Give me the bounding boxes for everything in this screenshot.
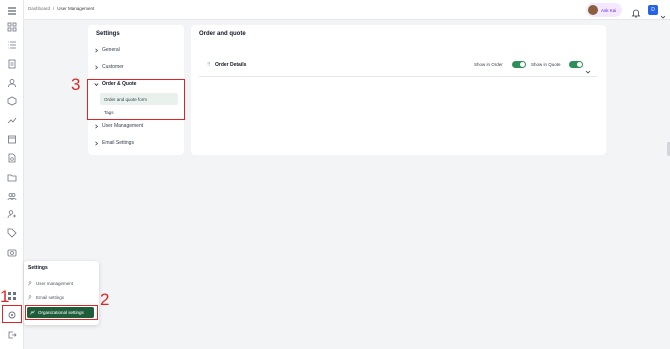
breadcrumb: Dashboard / User Management	[28, 6, 94, 11]
annotation-marker-3: 3	[71, 75, 81, 94]
settings-title: Settings	[96, 31, 120, 37]
annotation-marker-2: 2	[100, 290, 110, 309]
chevron-right-icon	[95, 141, 99, 145]
analytics-icon[interactable]	[7, 115, 17, 125]
file-search-icon[interactable]	[7, 153, 17, 163]
ask-kai-label: Ask Kai	[601, 7, 617, 13]
settings-item-customer[interactable]: Customer	[94, 62, 124, 72]
contact-icon[interactable]	[7, 209, 17, 219]
show-in-quote-toggle[interactable]	[569, 61, 583, 68]
breadcrumb-home[interactable]: Dashboard	[28, 6, 50, 11]
order-details-row: ⠿ Order Details Show in Order Show in Qu…	[199, 57, 597, 77]
flyout-title: Settings	[28, 265, 48, 271]
annotation-box-3	[87, 79, 185, 120]
chevron-right-icon	[95, 48, 99, 52]
notification-bell-icon[interactable]	[631, 5, 641, 18]
page-title: Order and quote	[199, 31, 246, 37]
ask-kai-button[interactable]: Ask Kai	[586, 3, 623, 17]
flyout-item-user-management[interactable]: User management	[28, 278, 73, 288]
top-bar: Dashboard / User Management Ask Kai D	[24, 0, 670, 20]
show-in-order-toggle[interactable]	[512, 61, 526, 68]
breadcrumb-separator: /	[53, 6, 55, 11]
box-icon[interactable]	[7, 96, 17, 106]
settings-item-email-settings[interactable]: Email Settings	[94, 138, 134, 148]
dashboard-icon[interactable]	[7, 22, 17, 32]
flyout-item-email-settings[interactable]: Email settings	[28, 292, 64, 302]
settings-item-user-management[interactable]: User Management	[94, 121, 143, 131]
user-avatar[interactable]: D	[648, 5, 658, 15]
settings-item-label: Customer	[102, 64, 124, 70]
folder-icon[interactable]	[7, 172, 17, 182]
annotation-box-1	[2, 305, 22, 323]
list-icon[interactable]	[7, 40, 17, 50]
breadcrumb-current: User Management	[57, 6, 95, 11]
assistant-avatar	[588, 5, 598, 15]
calendar-icon[interactable]	[7, 134, 17, 144]
annotation-box-2	[25, 305, 98, 320]
logout-icon[interactable]	[7, 330, 17, 340]
order-quote-panel: Order and quote ⠿ Order Details Show in …	[191, 25, 606, 155]
show-in-quote-label: Show in Quote	[531, 62, 561, 67]
flyout-item-label: Email settings	[36, 294, 65, 300]
tag-icon[interactable]	[7, 228, 17, 238]
settings-item-general[interactable]: General	[94, 45, 120, 55]
document-icon[interactable]	[7, 59, 17, 69]
chevron-right-icon	[95, 65, 99, 69]
settings-item-label: General	[102, 47, 120, 53]
chevron-right-icon	[95, 124, 99, 128]
user-settings-icon	[28, 280, 32, 286]
chevron-down-icon[interactable]	[660, 7, 666, 19]
drag-handle-icon[interactable]: ⠿	[207, 62, 211, 68]
camera-icon[interactable]	[7, 247, 17, 257]
annotation-marker-1: 1	[0, 287, 10, 306]
show-in-order-label: Show in Order	[474, 62, 503, 67]
order-details-label: Order Details	[215, 62, 247, 68]
user-settings-icon	[28, 294, 32, 300]
flyout-item-label: User management	[36, 280, 74, 286]
settings-item-label: Email Settings	[102, 140, 134, 146]
user-icon[interactable]	[7, 78, 17, 88]
menu-icon[interactable]	[7, 6, 17, 16]
settings-item-label: User Management	[102, 123, 144, 129]
team-icon[interactable]	[7, 191, 17, 201]
expand-chevron-icon[interactable]	[585, 62, 591, 74]
